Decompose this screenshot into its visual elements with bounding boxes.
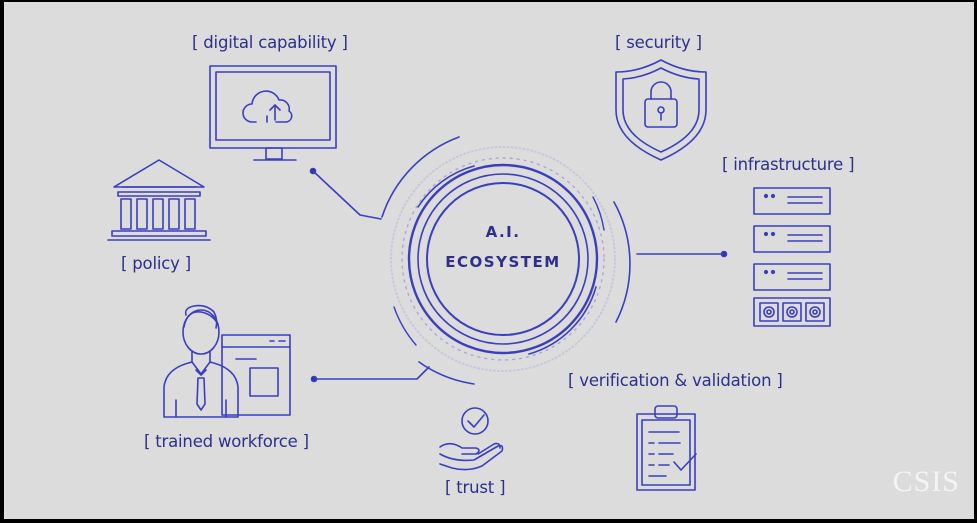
workforce-connector — [313, 366, 430, 380]
digital-capability-connector — [312, 170, 382, 220]
shield-lock-icon — [615, 59, 707, 161]
trained-workforce-icon — [163, 304, 291, 418]
hand-check-icon — [439, 407, 504, 471]
diagram-canvas: A.I. ECOSYSTEM [ digital capability ] [ … — [4, 2, 974, 519]
label-trained-workforce: [ trained workforce ] — [144, 432, 309, 451]
label-trust: [ trust ] — [445, 478, 506, 497]
hub-title-line-1: A.I. — [485, 223, 521, 241]
label-policy: [ policy ] — [121, 254, 191, 273]
government-building-icon — [107, 159, 211, 241]
connector-lines — [309, 167, 728, 383]
label-digital-capability: [ digital capability ] — [192, 33, 348, 52]
label-security: [ security ] — [615, 33, 702, 52]
clipboard-check-icon — [636, 405, 697, 491]
label-verification-validation: [ verification & validation ] — [568, 371, 783, 390]
hub-title-line-2: ECOSYSTEM — [445, 253, 561, 271]
csis-logo: CSIS — [892, 465, 960, 498]
server-rack-icon — [753, 187, 831, 327]
label-infrastructure: [ infrastructure ] — [722, 155, 855, 174]
monitor-cloud-icon — [209, 65, 337, 161]
